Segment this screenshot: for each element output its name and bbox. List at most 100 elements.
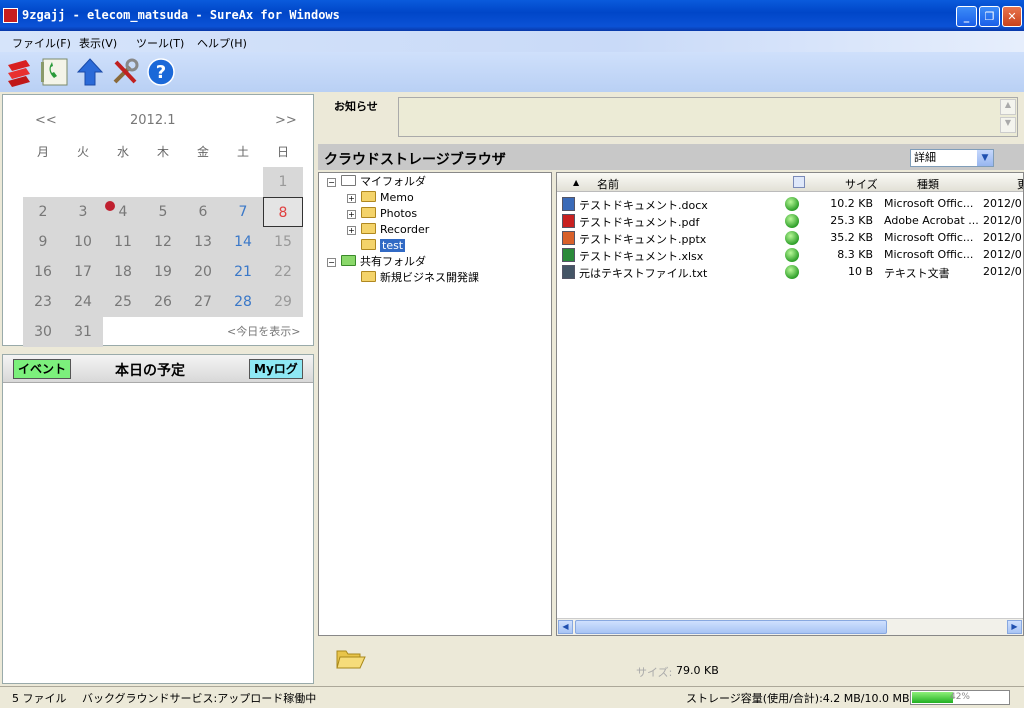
calendar-day[interactable]: 5 xyxy=(143,197,183,227)
file-row[interactable]: 元はテキストファイル.txt 10 B テキスト文書 2012/0 xyxy=(557,263,1023,280)
tree-node-test[interactable]: test xyxy=(361,238,406,254)
calendar-day[interactable]: 3 xyxy=(63,197,103,227)
file-name: 元はテキストファイル.txt xyxy=(579,267,708,280)
schedule-header: イベント 本日の予定 Myログ xyxy=(3,355,313,383)
calendar-day[interactable]: 19 xyxy=(143,257,183,287)
calendar-day[interactable]: 13 xyxy=(183,227,223,257)
phonebook-icon[interactable] xyxy=(40,57,70,87)
calendar-day[interactable]: 8 xyxy=(263,197,303,227)
menu-tools[interactable]: ツール(T) xyxy=(136,35,184,51)
shared-folder-icon xyxy=(341,255,356,266)
schedule-title: 本日の予定 xyxy=(115,363,185,379)
calendar-day[interactable]: 26 xyxy=(143,287,183,317)
column-size[interactable]: サイズ xyxy=(845,176,878,192)
storage-progress-label: 42% xyxy=(949,692,970,702)
calendar-day[interactable]: 20 xyxy=(183,257,223,287)
folder-tree: − マイフォルダ + Memo + Photos + Recorder test… xyxy=(318,172,552,636)
calendar-day[interactable]: 1 xyxy=(263,167,303,197)
app-icon[interactable]: SureAx xyxy=(3,8,18,23)
tree-node-my-folder[interactable]: マイフォルダ xyxy=(341,174,426,190)
open-folder-icon[interactable] xyxy=(336,646,366,670)
help-icon[interactable]: ? xyxy=(146,57,176,87)
calendar-day[interactable]: 6 xyxy=(183,197,223,227)
calendar-day[interactable]: 11 xyxy=(103,227,143,257)
expand-toggle[interactable]: + xyxy=(347,210,356,219)
sync-status-icon xyxy=(785,197,799,211)
view-mode-value: 詳細 xyxy=(914,151,936,164)
tree-label: 新規ビジネス開発課 xyxy=(380,271,479,284)
close-button[interactable]: ✕ xyxy=(1002,6,1022,27)
calendar-day[interactable]: 17 xyxy=(63,257,103,287)
calendar-day[interactable]: 31 xyxy=(63,317,103,347)
file-row[interactable]: テストドキュメント.pptx 35.2 KB Microsoft Offic... 2… xyxy=(557,229,1023,246)
calendar-day[interactable]: 2 xyxy=(23,197,63,227)
collapse-toggle[interactable]: − xyxy=(327,178,336,187)
tree-node-recorder[interactable]: Recorder xyxy=(361,222,429,238)
mylog-button[interactable]: Myログ xyxy=(249,359,303,379)
chevron-down-icon: ▼ xyxy=(977,150,993,166)
calendar-day[interactable]: 25 xyxy=(103,287,143,317)
memo-column-icon[interactable] xyxy=(793,176,805,188)
file-row[interactable]: テストドキュメント.pdf 25.3 KB Adobe Acrobat ... 201… xyxy=(557,212,1023,229)
tree-node-memo[interactable]: Memo xyxy=(361,190,414,206)
calendar-day[interactable]: 30 xyxy=(23,317,63,347)
minimize-button[interactable]: _ xyxy=(956,6,977,27)
scroll-right-button[interactable]: ▶ xyxy=(1007,620,1022,634)
tools-icon[interactable] xyxy=(110,57,140,87)
file-name: テストドキュメント.pptx xyxy=(579,233,707,246)
next-month-button[interactable]: >> xyxy=(275,113,297,128)
event-button[interactable]: イベント xyxy=(13,359,72,379)
calendar-day[interactable]: 9 xyxy=(23,227,63,257)
event-marker-icon xyxy=(105,201,115,211)
calendar-day[interactable]: 10 xyxy=(63,227,103,257)
sureax-logo-icon[interactable] xyxy=(4,57,34,87)
expand-toggle[interactable]: + xyxy=(347,226,356,235)
menu-file[interactable]: ファイル(F) xyxy=(12,35,71,51)
column-date[interactable]: 更 xyxy=(1017,176,1023,192)
calendar-day[interactable]: 14 xyxy=(223,227,263,257)
calendar-day[interactable]: 24 xyxy=(63,287,103,317)
show-today-link[interactable]: <今日を表示> xyxy=(227,323,300,339)
prev-month-button[interactable]: << xyxy=(35,113,57,128)
calendar-day[interactable]: 23 xyxy=(23,287,63,317)
file-type-icon xyxy=(562,197,575,211)
calendar-day[interactable]: 27 xyxy=(183,287,223,317)
collapse-toggle[interactable]: − xyxy=(327,258,336,267)
horizontal-scrollbar[interactable]: ◀ ▶ xyxy=(557,618,1023,635)
scroll-left-button[interactable]: ◀ xyxy=(558,620,573,634)
column-type[interactable]: 種類 xyxy=(917,176,939,192)
calendar-day[interactable]: 7 xyxy=(223,197,263,227)
column-name[interactable]: 名前 xyxy=(597,176,619,192)
file-row[interactable]: テストドキュメント.docx 10.2 KB Microsoft Offic... 2… xyxy=(557,195,1023,212)
calendar-day[interactable]: 21 xyxy=(223,257,263,287)
calendar: << 2012.1 >> 月 火 水 木 金 土 日 1 2 3 4 5 6 7 8 9 10 11… xyxy=(2,94,314,347)
sync-status-icon xyxy=(785,231,799,245)
notice-scrollbar[interactable]: ▲ ▼ xyxy=(1000,99,1016,135)
folder-icon xyxy=(361,207,376,218)
calendar-day[interactable]: 28 xyxy=(223,287,263,317)
upload-arrow-icon[interactable] xyxy=(75,57,105,87)
calendar-day[interactable]: 16 xyxy=(23,257,63,287)
calendar-day[interactable]: 15 xyxy=(263,227,303,257)
calendar-day[interactable]: 12 xyxy=(143,227,183,257)
file-date: 2012/0 xyxy=(983,248,1022,261)
file-size: 25.3 KB xyxy=(830,214,873,227)
calendar-day[interactable]: 22 xyxy=(263,257,303,287)
file-date: 2012/0 xyxy=(983,265,1022,278)
menu-view[interactable]: 表示(V) xyxy=(79,35,117,51)
restore-button[interactable]: ❐ xyxy=(979,6,1000,27)
calendar-day[interactable]: 29 xyxy=(263,287,303,317)
calendar-day[interactable]: 18 xyxy=(103,257,143,287)
expand-toggle[interactable]: + xyxy=(347,194,356,203)
file-row[interactable]: テストドキュメント.xlsx 8.3 KB Microsoft Offic... 20… xyxy=(557,246,1023,263)
menu-help[interactable]: ヘルプ(H) xyxy=(197,35,247,51)
tree-node-shared-folder[interactable]: 共有フォルダ xyxy=(341,254,426,270)
folder-icon xyxy=(361,191,376,202)
scroll-thumb[interactable] xyxy=(575,620,887,634)
tree-node-new-business[interactable]: 新規ビジネス開発課 xyxy=(361,270,479,286)
schedule-panel: イベント 本日の予定 Myログ xyxy=(2,354,314,684)
cloud-browser-title: クラウドストレージブラウザ xyxy=(324,152,506,168)
calendar-day[interactable]: 4 xyxy=(103,197,143,227)
view-mode-select[interactable]: 詳細 ▼ xyxy=(910,149,994,167)
tree-node-photos[interactable]: Photos xyxy=(361,206,417,222)
